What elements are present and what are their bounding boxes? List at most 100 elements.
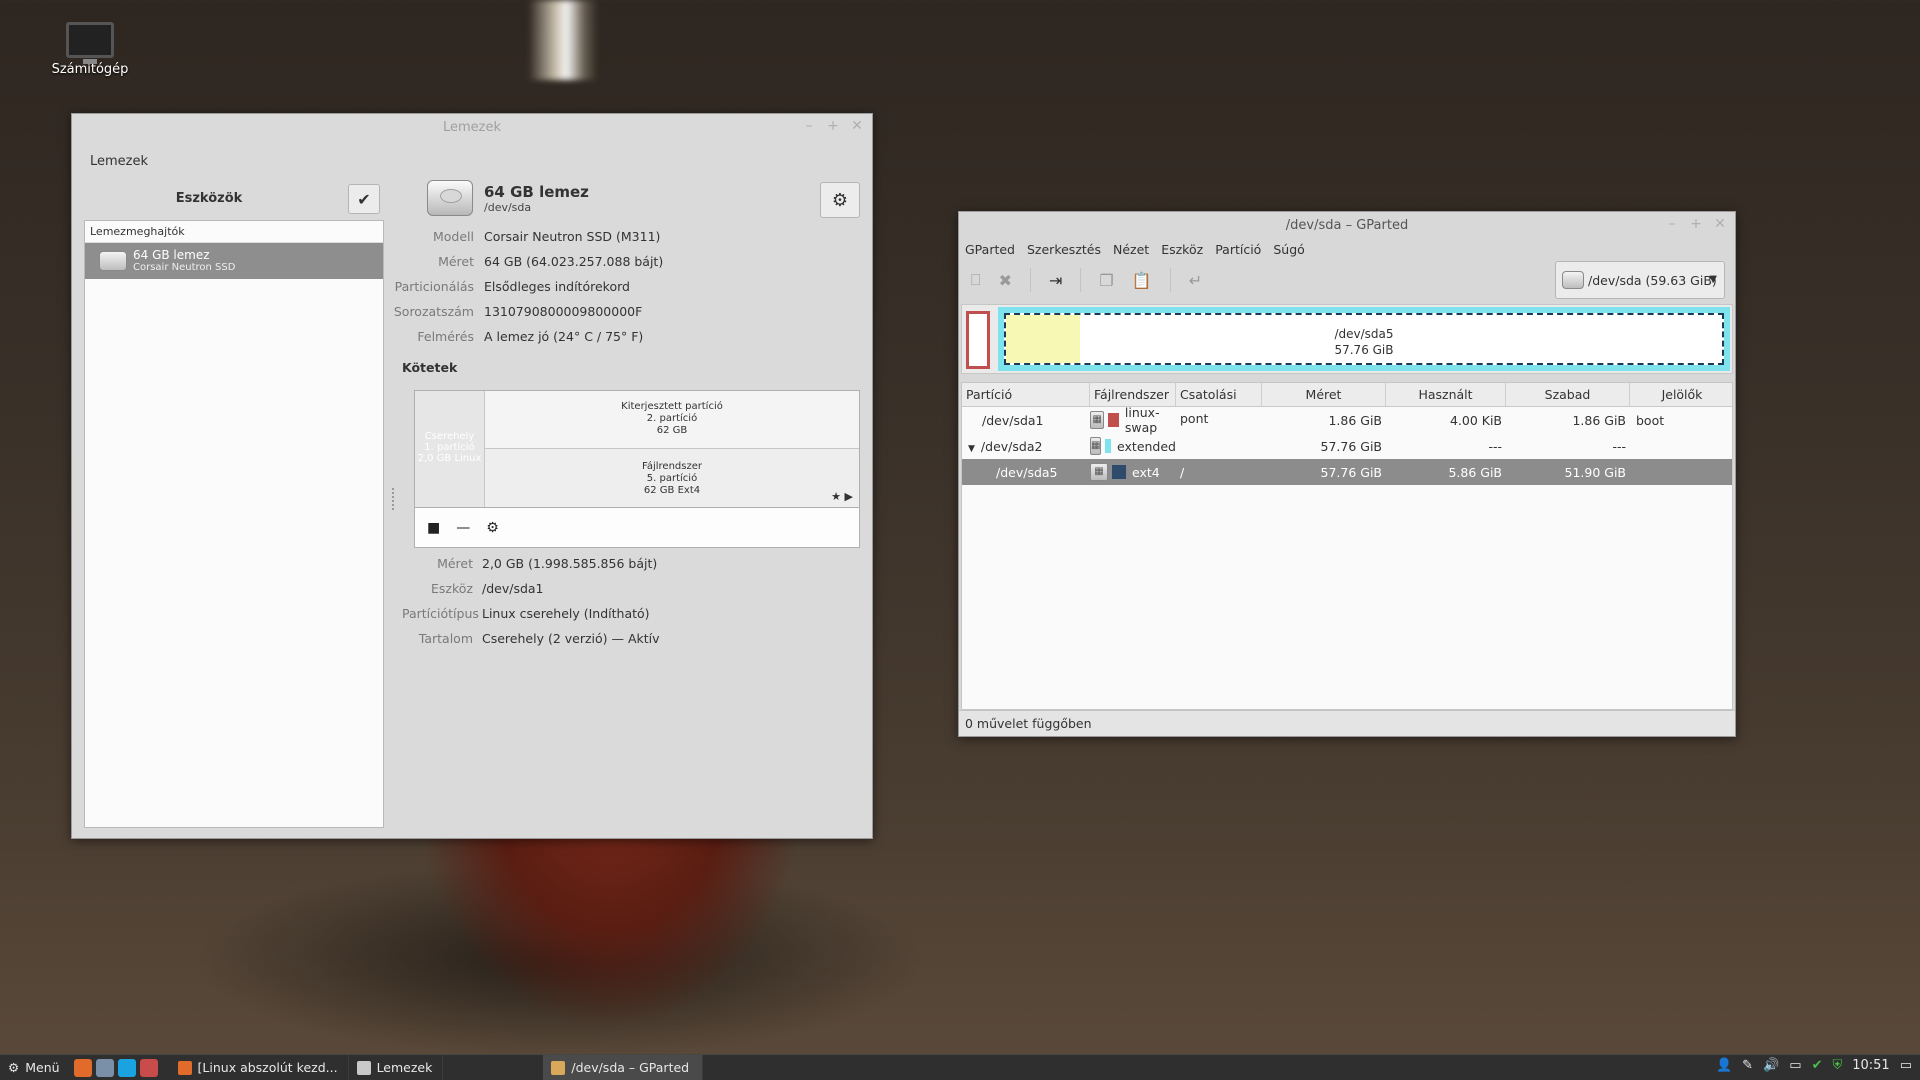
menu-view[interactable]: Nézet xyxy=(1113,242,1149,257)
gparted-window: /dev/sda – GParted – + ✕ GParted Szerkes… xyxy=(958,211,1736,737)
desktop-icon-computer[interactable]: Számítógép xyxy=(40,22,140,77)
prop-value: Corsair Neutron SSD (M311) xyxy=(484,229,661,244)
shield-icon[interactable]: ⛨ xyxy=(1832,1058,1842,1073)
firefox-icon[interactable] xyxy=(73,1058,92,1077)
table-row[interactable]: /dev/sda1 ▦ linux-swap 1.86 GiB 4.00 KiB … xyxy=(962,405,1732,435)
volume-label: Kiterjesztett partíció xyxy=(621,401,723,412)
column-header[interactable]: Fájlrendszer xyxy=(1090,383,1176,406)
disks-icon xyxy=(356,1060,371,1075)
volume-swap-selected[interactable]: Cserehely 1. partíció 2,0 GB Linux xyxy=(415,391,485,507)
volume-label: 2,0 GB Linux xyxy=(417,453,482,464)
start-menu-button[interactable]: ⚙ Menü xyxy=(0,1060,68,1075)
table-header: Partíció Fájlrendszer Csatolási pont Mér… xyxy=(962,383,1732,426)
device-sidebar: Lemezmeghajtók 64 GB lemez Corsair Neutr… xyxy=(84,220,384,828)
cell-used: 4.00 KiB xyxy=(1449,412,1502,428)
select-mode-button[interactable]: ✔ xyxy=(348,184,380,214)
paste-icon[interactable]: 📋 xyxy=(1132,271,1152,290)
copy-icon[interactable]: ❐ xyxy=(1099,271,1113,290)
expander-triangle-icon[interactable]: ▼ xyxy=(968,444,975,454)
prop-value: 64 GB (64.023.257.088 bájt) xyxy=(484,254,664,269)
column-header[interactable]: Jelölők xyxy=(1630,383,1730,406)
hard-disk-icon xyxy=(1562,271,1584,289)
maximize-icon[interactable]: + xyxy=(1689,216,1703,232)
column-header[interactable]: Használt xyxy=(1386,383,1506,406)
menu-partition[interactable]: Partíció xyxy=(1215,242,1261,257)
prop-value: /dev/sda1 xyxy=(482,581,544,596)
volume-label: 2. partíció xyxy=(646,413,698,424)
wallpaper-light-streak xyxy=(528,0,598,80)
user-icon[interactable]: 👤 xyxy=(1716,1058,1732,1073)
column-header[interactable]: Csatolási pont xyxy=(1176,383,1262,426)
column-header[interactable]: Partíció xyxy=(962,383,1090,406)
disk-properties: Modell Corsair Neutron SSD (M311) Méret 64… xyxy=(390,224,663,349)
resize-move-icon[interactable]: ⇥ xyxy=(1049,271,1062,290)
cell-size: 57.76 GiB xyxy=(1320,464,1383,480)
sidebar-item-drive[interactable]: 64 GB lemez Corsair Neutron SSD xyxy=(85,243,383,279)
undo-icon[interactable]: ↵ xyxy=(1189,271,1202,290)
gparted-titlebar[interactable]: /dev/sda – GParted – + ✕ xyxy=(959,212,1735,238)
system-tray: 👤 ✎ 🔊 ▭ ✔ ⛨ 10:51 ▭ xyxy=(1716,1058,1912,1073)
menu-help[interactable]: Súgó xyxy=(1273,242,1304,257)
disk-device-path: /dev/sda xyxy=(484,200,532,214)
diskmap-sda1[interactable] xyxy=(966,311,990,369)
clock[interactable]: 10:51 xyxy=(1852,1058,1889,1073)
delete-icon[interactable]: ✖ xyxy=(999,271,1012,290)
column-header[interactable]: Szabad xyxy=(1506,383,1630,406)
taskbar: ⚙ Menü [Linux abszolút kezd... Lemezek /… xyxy=(0,1054,1920,1080)
minimize-icon[interactable]: – xyxy=(1665,216,1679,232)
keyboard-icon[interactable]: ▭ xyxy=(1789,1058,1801,1073)
close-icon[interactable]: ✕ xyxy=(850,118,864,134)
menu-gparted[interactable]: GParted xyxy=(965,242,1015,257)
prop-value: 2,0 GB (1.998.585.856 bájt) xyxy=(482,556,658,571)
minus-icon[interactable]: — xyxy=(456,520,470,536)
sidebar-title: Eszközök xyxy=(175,191,243,206)
fs-color-swatch xyxy=(1108,413,1119,427)
gears-icon[interactable]: ⚙ xyxy=(486,520,499,536)
device-selector[interactable]: /dev/sda (59.63 GiB) ▼ xyxy=(1555,261,1725,299)
cell-free: 1.86 GiB xyxy=(1572,412,1626,428)
pen-icon[interactable]: ✎ xyxy=(1742,1058,1753,1073)
taskbar-task-disks[interactable]: Lemezek xyxy=(349,1054,444,1080)
toolbar-separator xyxy=(1080,268,1082,292)
taskbar-task-gparted[interactable]: /dev/sda – GParted xyxy=(543,1054,704,1080)
pane-splitter-handle[interactable] xyxy=(392,488,395,510)
menu-edit[interactable]: Szerkesztés xyxy=(1027,242,1101,257)
skype-icon[interactable] xyxy=(117,1058,136,1077)
task-label: Lemezek xyxy=(376,1060,433,1075)
toolbar: ⎕ ✖ ⇥ ❐ 📋 ↵ /dev/sda (59.63 GiB) ▼ xyxy=(959,260,1735,300)
monitor-icon xyxy=(66,22,114,64)
table-row-selected[interactable]: /dev/sda5 ▦ ext4 / 57.76 GiB 5.86 GiB 51.… xyxy=(962,459,1732,485)
app-icon[interactable] xyxy=(139,1058,158,1077)
show-desktop-icon[interactable]: ▭ xyxy=(1900,1058,1912,1073)
close-icon[interactable]: ✕ xyxy=(1713,216,1727,232)
disk-header: 64 GB lemez /dev/sda xyxy=(427,180,589,216)
volume-label: 62 GB Ext4 xyxy=(643,485,701,496)
file-manager-icon[interactable] xyxy=(95,1058,114,1077)
sidebar-header: Eszközök ✔ xyxy=(84,182,384,216)
stop-icon[interactable]: ■ xyxy=(427,520,440,536)
taskbar-task-firefox[interactable]: [Linux abszolút kezd... xyxy=(170,1054,349,1080)
prop-label: Modell xyxy=(432,229,474,244)
volume-icon[interactable]: 🔊 xyxy=(1763,1058,1779,1073)
app-menu-label[interactable]: Lemezek xyxy=(90,154,148,169)
update-icon[interactable]: ✔ xyxy=(1812,1058,1823,1073)
table-row[interactable]: ▼ /dev/sda2 ▦ extended 57.76 GiB --- --- xyxy=(962,433,1732,459)
prop-value: Elsődleges indítórekord xyxy=(484,279,630,294)
menu-device[interactable]: Eszköz xyxy=(1161,242,1203,257)
minimize-icon[interactable]: – xyxy=(802,118,816,134)
diskmap-extended[interactable]: /dev/sda5 57.76 GiB xyxy=(998,307,1730,371)
column-header[interactable]: Méret xyxy=(1262,383,1386,406)
volume-label: Cserehely xyxy=(424,431,475,442)
diskmap-sda5[interactable]: /dev/sda5 57.76 GiB xyxy=(1004,313,1724,365)
prop-label: Méret xyxy=(437,556,473,571)
sidebar-section-drives: Lemezmeghajtók xyxy=(85,221,383,243)
disks-titlebar[interactable]: Lemezek – + ✕ xyxy=(72,114,872,140)
drive-options-button[interactable]: ⚙ xyxy=(820,182,860,218)
start-menu-label: Menü xyxy=(25,1060,60,1075)
lock-icon: ▦ xyxy=(1090,411,1105,429)
maximize-icon[interactable]: + xyxy=(826,118,840,134)
volume-extended[interactable]: Kiterjesztett partíció 2. partíció 62 GB xyxy=(485,391,859,449)
volume-filesystem[interactable]: Fájlrendszer 5. partíció 62 GB Ext4 ★ ▶ xyxy=(485,449,859,507)
new-partition-icon[interactable]: ⎕ xyxy=(971,270,981,290)
prop-value: 1310790800009800000F xyxy=(484,304,643,319)
